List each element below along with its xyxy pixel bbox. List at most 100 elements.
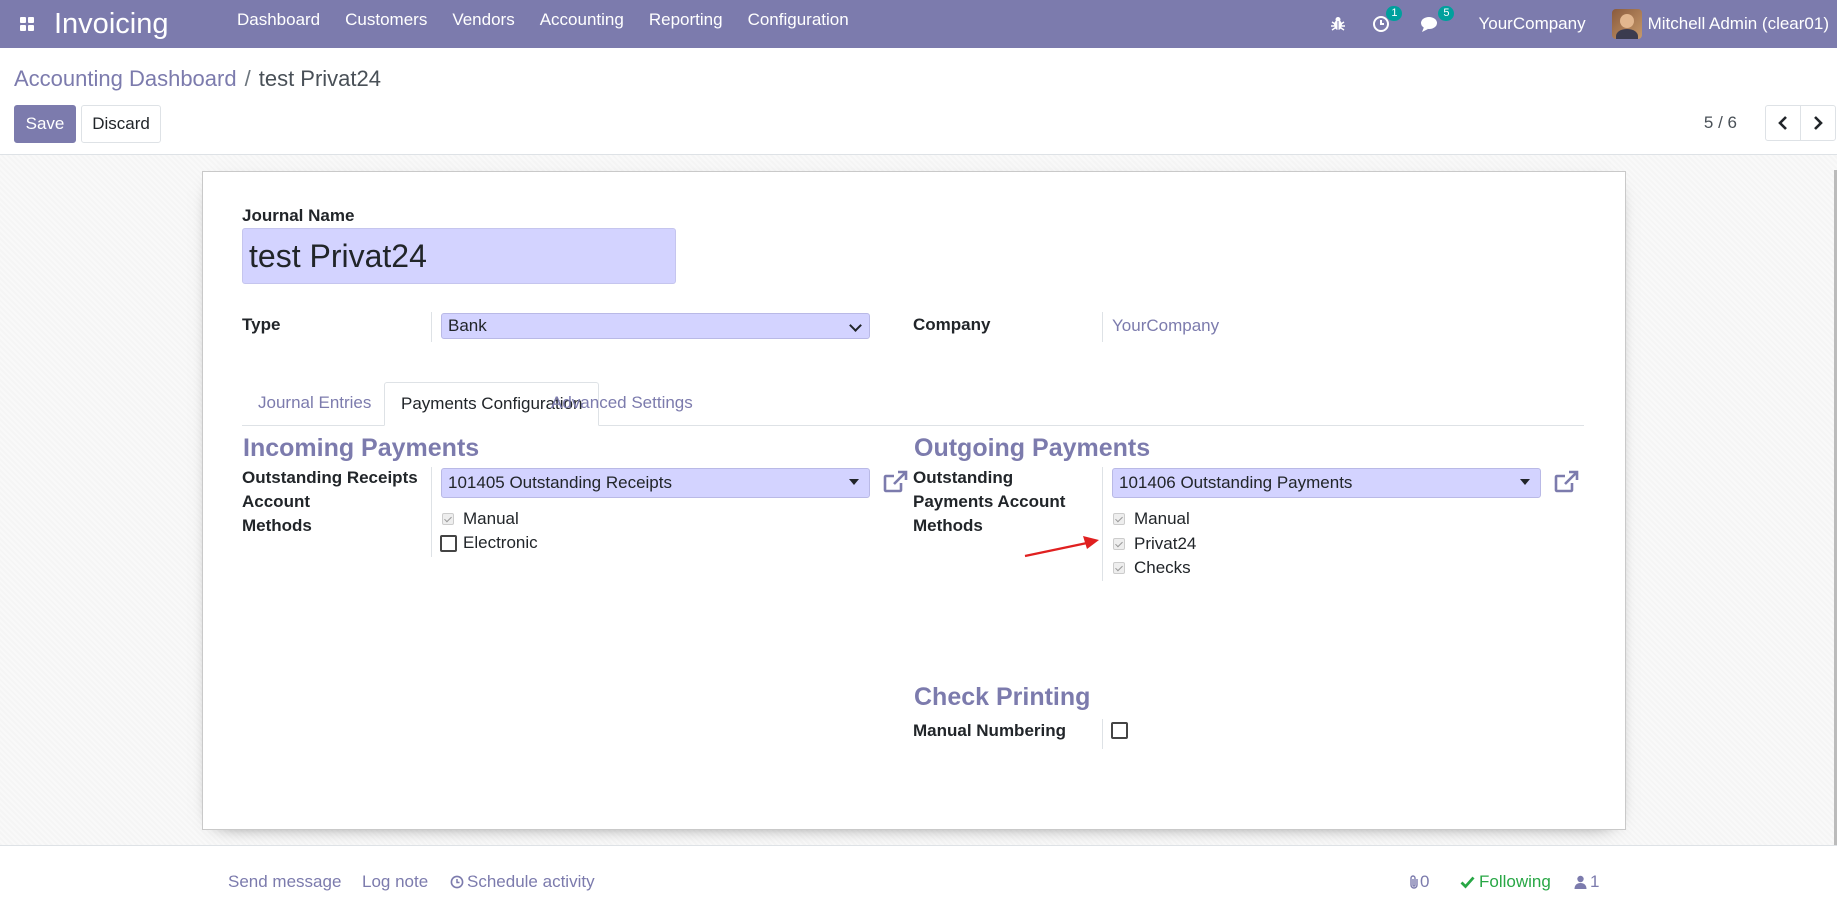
method-label: Manual [463, 509, 519, 528]
control-panel: Accounting Dashboard / test Privat24 Sav… [0, 48, 1837, 155]
attachments-button[interactable]: 0 [1408, 872, 1429, 892]
field-divider [1102, 467, 1103, 581]
paperclip-icon [1410, 875, 1418, 889]
followers-count: 1 [1590, 872, 1600, 891]
menu-configuration[interactable]: Configuration [735, 0, 861, 48]
check-printing-title: Check Printing [914, 683, 1091, 711]
checkbox-readonly-checked [1113, 562, 1125, 574]
user-menu[interactable]: Mitchell Admin (clear01) [1611, 9, 1837, 39]
type-label: Type [242, 315, 281, 334]
messages-badge: 5 [1438, 6, 1455, 21]
app-title[interactable]: Invoicing [54, 8, 168, 41]
menu-reporting[interactable]: Reporting [636, 0, 735, 48]
field-divider [431, 312, 432, 342]
electronic-checkbox[interactable] [440, 534, 457, 552]
external-link-icon[interactable] [1554, 470, 1582, 496]
method-label: Electronic [463, 533, 538, 552]
outstanding-payments-label-line2: Payments Account [913, 492, 1066, 511]
menu-vendors[interactable]: Vendors [440, 0, 527, 48]
outgoing-method-checks: Checks [1113, 558, 1191, 578]
company-switcher[interactable]: YourCompany [1456, 14, 1611, 34]
send-message-button[interactable]: Send message [228, 872, 341, 892]
save-button[interactable]: Save [14, 105, 76, 143]
menu-customers[interactable]: Customers [333, 0, 440, 48]
type-select[interactable]: Bank [441, 313, 870, 339]
attachments-count: 0 [1420, 872, 1430, 891]
checkbox-readonly-checked [1113, 538, 1125, 550]
outstanding-receipts-label-line2: Account [242, 492, 310, 511]
pager-next-button[interactable] [1800, 105, 1836, 141]
field-divider [1102, 719, 1103, 749]
main-navbar: Invoicing Dashboard Customers Vendors Ac… [0, 0, 1837, 48]
field-divider [1102, 312, 1103, 342]
incoming-method-manual: Manual [442, 509, 519, 529]
followers-button[interactable]: 1 [1574, 872, 1599, 892]
following-label: Following [1479, 872, 1551, 891]
navbar-systray: 1 5 YourCompany Mitchell Admin (clear01) [1318, 0, 1837, 48]
tab-journal-entries[interactable]: Journal Entries [242, 382, 387, 426]
clock-icon [450, 875, 464, 889]
check-icon [1460, 876, 1475, 889]
tab-advanced-settings[interactable]: Advanced Settings [535, 382, 709, 426]
schedule-activity-label: Schedule activity [467, 872, 595, 891]
company-link[interactable]: YourCompany [1112, 316, 1219, 336]
apps-menu-icon[interactable] [0, 0, 54, 48]
breadcrumb: Accounting Dashboard / test Privat24 [14, 66, 381, 92]
chatter-topbar: Send message Log note Schedule activity … [0, 845, 1837, 916]
annotation-arrow-icon [1024, 536, 1099, 558]
log-note-button[interactable]: Log note [362, 872, 428, 892]
outstanding-receipts-value: 101405 Outstanding Receipts [448, 473, 672, 492]
user-icon [1574, 875, 1587, 889]
journal-name-input[interactable]: test Privat24 [242, 228, 676, 284]
external-link-icon[interactable] [883, 470, 911, 496]
incoming-methods-label: Methods [242, 516, 312, 535]
debug-bug-icon[interactable] [1318, 0, 1358, 48]
pager-value[interactable]: 5 / 6 [1704, 113, 1737, 133]
pager-previous-button[interactable] [1765, 105, 1801, 141]
user-name: Mitchell Admin (clear01) [1647, 14, 1829, 33]
breadcrumb-parent[interactable]: Accounting Dashboard [14, 66, 237, 92]
chevron-down-icon [849, 319, 862, 332]
outstanding-payments-label-line1: Outstanding [913, 468, 1014, 487]
outgoing-payments-title: Outgoing Payments [914, 434, 1151, 462]
outgoing-method-privat24: Privat24 [1113, 534, 1196, 554]
menu-dashboard[interactable]: Dashboard [224, 0, 332, 48]
journal-name-label: Journal Name [242, 206, 355, 225]
breadcrumb-separator: / [244, 66, 251, 91]
checkbox-readonly-checked [442, 513, 454, 525]
method-label: Checks [1134, 558, 1191, 577]
top-menu: Dashboard Customers Vendors Accounting R… [224, 0, 861, 48]
schedule-activity-button[interactable]: Schedule activity [450, 872, 595, 892]
notebook-tabs: Journal Entries Payments Configuration A… [242, 382, 1584, 426]
following-button[interactable]: Following [1460, 872, 1551, 892]
method-label: Privat24 [1134, 534, 1197, 553]
breadcrumb-current: test Privat24 [258, 66, 381, 91]
type-select-value: Bank [448, 316, 487, 335]
field-divider [431, 467, 432, 557]
checkbox-readonly-checked [1113, 513, 1125, 525]
manual-numbering-checkbox[interactable] [1111, 722, 1128, 739]
outstanding-payments-label: Outstanding Payments Account Methods [913, 466, 1065, 538]
method-label: Manual [1134, 509, 1190, 528]
caret-down-icon [1520, 479, 1530, 485]
activity-badge: 1 [1386, 6, 1403, 21]
chevron-right-icon [1814, 116, 1823, 130]
discard-button[interactable]: Discard [81, 105, 161, 143]
manual-numbering-label: Manual Numbering [913, 721, 1067, 740]
outstanding-receipts-select[interactable]: 101405 Outstanding Receipts [441, 468, 870, 498]
outstanding-payments-value: 101406 Outstanding Payments [1119, 473, 1353, 492]
company-label: Company [913, 315, 991, 334]
messages-chat-icon[interactable]: 5 [1404, 0, 1456, 48]
avatar [1611, 9, 1642, 39]
outstanding-payments-select[interactable]: 101406 Outstanding Payments [1112, 468, 1541, 498]
incoming-method-electronic[interactable]: Electronic [440, 533, 538, 553]
incoming-payments-title: Incoming Payments [243, 434, 480, 462]
manual-numbering-field[interactable] [1111, 722, 1134, 739]
menu-accounting[interactable]: Accounting [527, 0, 636, 48]
chevron-left-icon [1778, 116, 1787, 130]
outgoing-method-manual: Manual [1113, 509, 1190, 529]
form-sheet: Journal Name test Privat24 Type Bank Com… [202, 171, 1626, 830]
caret-down-icon [849, 479, 859, 485]
activity-clock-icon[interactable]: 1 [1358, 0, 1404, 48]
outstanding-receipts-label-line1: Outstanding Receipts [242, 468, 418, 487]
